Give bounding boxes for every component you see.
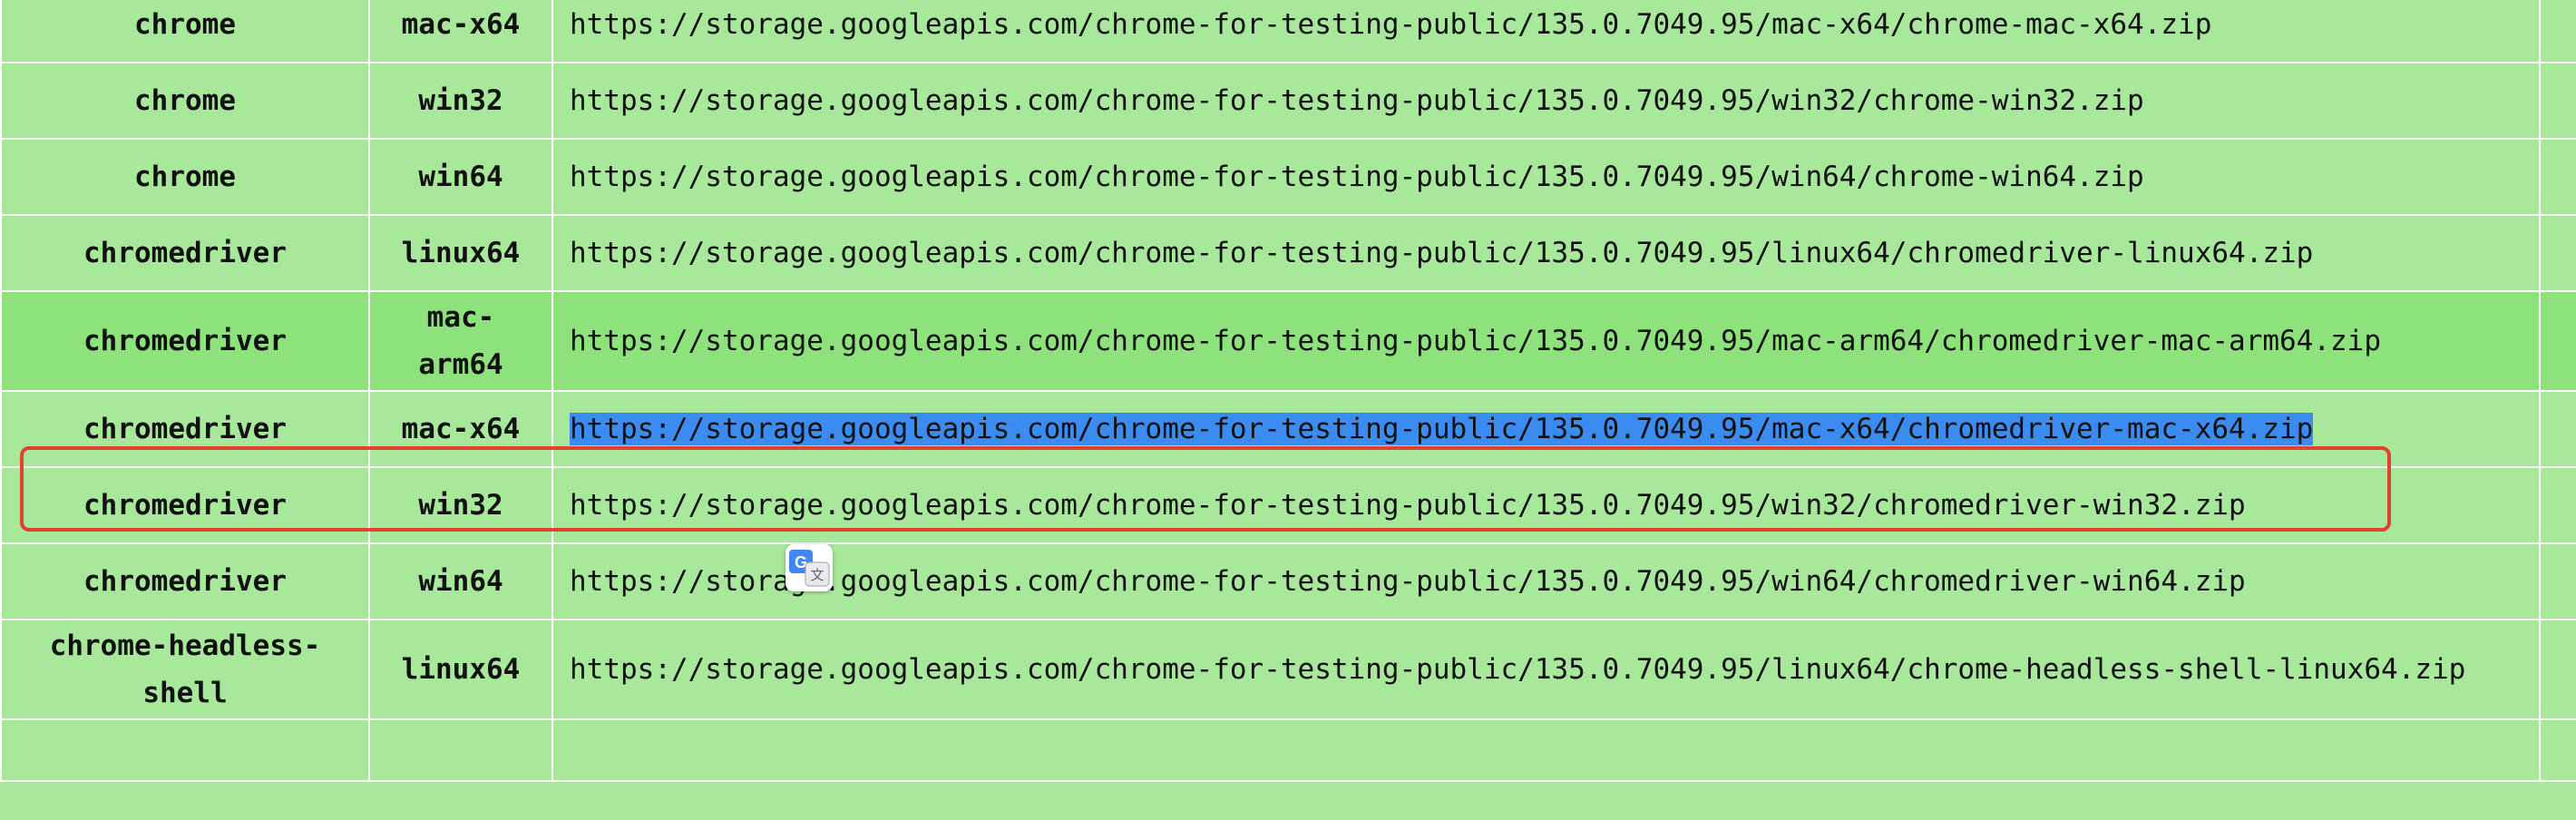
status-cell: 200: [2539, 290, 2576, 392]
table-row-selected: chromedriver mac-x64 https://storage.goo…: [0, 390, 2576, 468]
binary-cell: chrome: [0, 138, 370, 216]
status-cell: 200: [2539, 619, 2576, 720]
platform-cell: mac-x64: [368, 390, 553, 468]
platform-cell: [368, 718, 553, 782]
table-row: chrome win64 https://storage.googleapis.…: [0, 138, 2576, 216]
status-cell: 200: [2539, 62, 2576, 140]
binary-cell: chrome: [0, 62, 370, 140]
downloads-table: chrome mac-x64 https://storage.googleapi…: [0, 0, 2576, 782]
platform-cell: win32: [368, 466, 553, 544]
table-row: chromedriver win64 https://storage.googl…: [0, 542, 2576, 620]
table-row: chromedriver win32 https://storage.googl…: [0, 466, 2576, 544]
status-cell: 200: [2539, 0, 2576, 63]
binary-cell: chrome-headless-shell: [0, 619, 370, 720]
table-row: chromedriver linux64 https://storage.goo…: [0, 214, 2576, 292]
table-row: chrome-headless-shell linux64 https://st…: [0, 619, 2576, 720]
table-row: chrome mac-x64 https://storage.googleapi…: [0, 0, 2576, 63]
binary-cell: [0, 718, 370, 782]
binary-cell: chromedriver: [0, 542, 370, 620]
platform-cell: win64: [368, 542, 553, 620]
binary-cell: chrome: [0, 0, 370, 63]
url-cell[interactable]: https://storage.googleapis.com/chrome-fo…: [551, 542, 2541, 620]
url-cell[interactable]: https://storage.googleapis.com/chrome-fo…: [551, 0, 2541, 63]
translate-icon-graphic: G 文: [789, 550, 830, 587]
status-cell: 200: [2539, 390, 2576, 468]
url-cell[interactable]: https://storage.googleapis.com/chrome-fo…: [551, 214, 2541, 292]
binary-cell: chromedriver: [0, 290, 370, 392]
platform-cell: win64: [368, 138, 553, 216]
table-row-hovered: chromedriver mac-arm64 https://storage.g…: [0, 290, 2576, 392]
platform-cell: mac-arm64: [368, 290, 553, 392]
status-cell: [2539, 718, 2576, 782]
url-cell[interactable]: https://storage.googleapis.com/chrome-fo…: [551, 619, 2541, 720]
table-row: [0, 718, 2576, 782]
svg-text:文: 文: [810, 567, 824, 583]
selected-url-text[interactable]: https://storage.googleapis.com/chrome-fo…: [570, 413, 2314, 445]
platform-cell: mac-x64: [368, 0, 553, 63]
page: chrome mac-x64 https://storage.googleapi…: [0, 0, 2576, 820]
platform-cell: linux64: [368, 619, 553, 720]
binary-cell: chromedriver: [0, 466, 370, 544]
platform-cell: linux64: [368, 214, 553, 292]
url-cell[interactable]: https://storage.googleapis.com/chrome-fo…: [551, 290, 2541, 392]
status-cell: 200: [2539, 466, 2576, 544]
url-cell[interactable]: https://storage.googleapis.com/chrome-fo…: [551, 62, 2541, 140]
url-cell-selected[interactable]: https://storage.googleapis.com/chrome-fo…: [551, 390, 2541, 468]
platform-cell: win32: [368, 62, 553, 140]
table-row: chrome win32 https://storage.googleapis.…: [0, 62, 2576, 140]
status-cell: 200: [2539, 138, 2576, 216]
google-translate-icon[interactable]: G 文: [785, 544, 833, 591]
status-cell: 200: [2539, 214, 2576, 292]
binary-cell: chromedriver: [0, 390, 370, 468]
url-cell[interactable]: https://storage.googleapis.com/chrome-fo…: [551, 138, 2541, 216]
binary-cell: chromedriver: [0, 214, 370, 292]
status-cell: 200: [2539, 542, 2576, 620]
url-cell[interactable]: https://storage.googleapis.com/chrome-fo…: [551, 466, 2541, 544]
url-cell: [551, 718, 2541, 782]
